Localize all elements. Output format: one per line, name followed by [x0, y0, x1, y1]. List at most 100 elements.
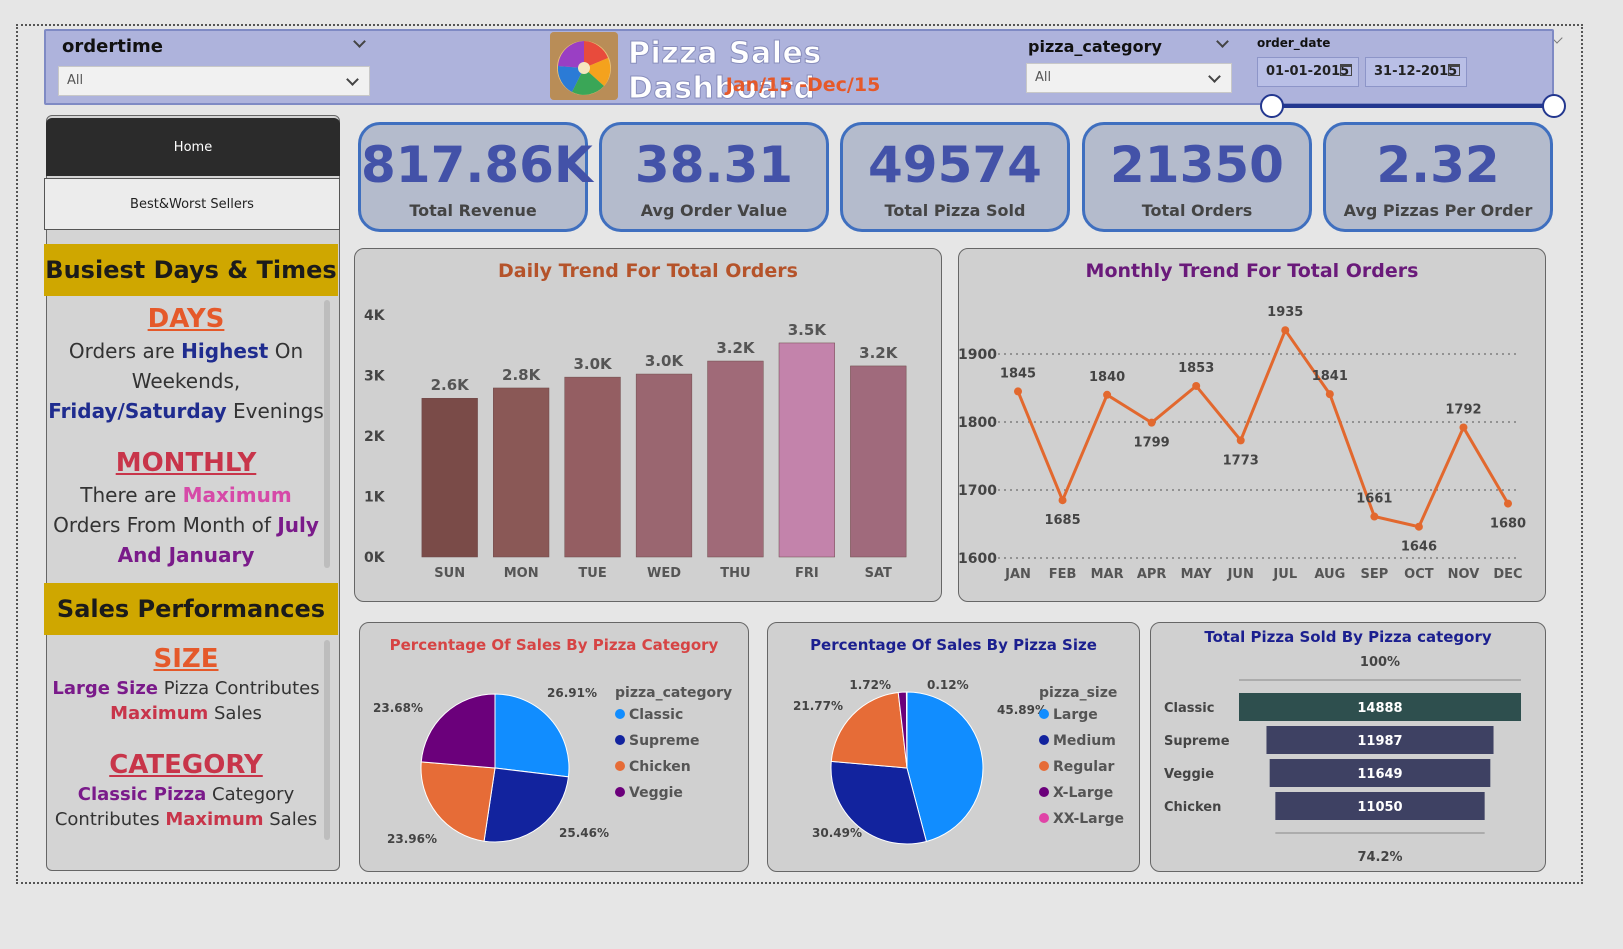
y-tick-label: 3K: [364, 369, 386, 385]
x-tick-label: MAR: [1091, 567, 1124, 582]
point-data-label: 1792: [1445, 402, 1481, 417]
chevron-down-icon: [1208, 70, 1221, 83]
kpi-card-total-revenue: 817.86K Total Revenue: [358, 122, 593, 232]
pizza-sold-funnel-chart: 100% 14888 Classic 11987 Supreme 11649 Veggie 1…: [1164, 655, 1521, 865]
size-text-highlight: Maximum: [110, 703, 209, 724]
point-data-label: 1799: [1134, 436, 1170, 451]
order-date-label: order_date: [1257, 36, 1331, 50]
legend-marker: [615, 761, 625, 771]
days-text: Orders are Highest On Weekends, Friday/S…: [48, 336, 324, 426]
date-range-track[interactable]: [1272, 104, 1554, 108]
funnel-bar-value: 11987: [1357, 734, 1402, 749]
x-tick-label: SEP: [1360, 567, 1388, 582]
legend-marker: [1039, 787, 1049, 797]
data-point: [1325, 390, 1334, 399]
days-text-highlight: Friday/Saturday: [48, 399, 227, 423]
bar-data-label: 3.5K: [788, 321, 828, 339]
data-point: [1414, 522, 1423, 531]
pie-slice: [483, 767, 570, 843]
order-date-end-field[interactable]: 31-12-2015: [1365, 57, 1467, 87]
x-tick-label: SUN: [434, 566, 465, 581]
data-point: [1370, 512, 1379, 521]
size-text-part: Sales: [208, 703, 262, 724]
bar-data-label: 3.2K: [716, 339, 756, 357]
point-data-label: 1646: [1401, 540, 1437, 555]
date-range-end-handle[interactable]: [1542, 94, 1566, 118]
data-point: [1504, 499, 1512, 508]
x-tick-label: OCT: [1404, 567, 1434, 582]
legend-label: Chicken: [629, 759, 691, 775]
monthly-trend-chart: 1600 1700 1800 19001845 JAN 1685 FEB 1840 MAR 179…: [958, 305, 1526, 582]
legend-marker: [615, 787, 625, 797]
legend-label: Large: [1053, 707, 1098, 723]
legend-marker: [1039, 813, 1049, 823]
x-tick-label: THU: [720, 566, 750, 581]
point-data-label: 1680: [1490, 517, 1526, 532]
data-point: [1147, 418, 1156, 427]
kpi-label: Avg Order Value: [640, 201, 788, 220]
monthly-text-part: Orders From Month of: [53, 513, 278, 537]
kpi-value: 2.32: [1376, 136, 1500, 194]
pizza-category-select[interactable]: All: [1026, 63, 1232, 93]
chevron-down-icon: [346, 73, 359, 86]
funnel-bottom-label: 74.2%: [1357, 850, 1402, 865]
pizza-logo-image: [550, 32, 618, 100]
bar: [635, 373, 693, 558]
days-text-part: Evenings: [226, 399, 324, 423]
point-data-label: 1841: [1312, 369, 1348, 384]
ordertime-label: ordertime: [62, 36, 163, 57]
bar: [564, 376, 621, 558]
category-heading: CATEGORY: [109, 750, 263, 780]
x-tick-label: SAT: [865, 566, 892, 581]
size-pie-title: Percentage Of Sales By Pizza Size: [810, 636, 1097, 654]
days-insight: DAYS Orders are Highest On Weekends, Fri…: [48, 304, 324, 426]
point-data-label: 1935: [1267, 305, 1303, 320]
kpi-card-avg-pizzas-per-order: 2.32 Avg Pizzas Per Order: [1323, 122, 1553, 232]
y-tick-label: 1600: [958, 551, 997, 567]
daily-trend-chart: 0K 1K 2K 3K 4K 2.6K SUN 2.8K MON 3.0K TUE 3.0K WED 3.…: [364, 308, 907, 581]
size-insight: SIZE Large Size Pizza Contributes Maximu…: [48, 642, 324, 726]
ordertime-select[interactable]: All: [58, 66, 370, 96]
x-tick-label: JAN: [1004, 567, 1031, 582]
funnel-top-label: 100%: [1360, 655, 1400, 670]
size-heading: SIZE: [153, 644, 219, 674]
kpi-value: 49574: [868, 136, 1042, 194]
sales-performances-header: Sales Performances: [44, 583, 338, 635]
kpi-label: Total Revenue: [409, 201, 537, 220]
calendar-icon[interactable]: [1448, 64, 1460, 76]
bar-data-label: 3.0K: [645, 352, 685, 370]
kpi-value: 21350: [1110, 136, 1284, 194]
category-insight: CATEGORY Classic Pizza Category Contribu…: [48, 748, 324, 832]
pizza-logo: [550, 32, 618, 100]
pizza-category-value: All: [1035, 70, 1052, 85]
data-point: [1103, 390, 1112, 399]
monthly-heading: MONTHLY: [115, 448, 257, 478]
x-tick-label: JUN: [1227, 567, 1254, 582]
days-heading: DAYS: [147, 304, 225, 334]
data-point: [1281, 326, 1290, 335]
x-tick-label: WED: [647, 566, 681, 581]
kpi-value: 817.86K: [361, 136, 593, 194]
funnel-bar-value: 11649: [1357, 767, 1402, 782]
best-worst-sellers-button[interactable]: Best&Worst Sellers: [44, 178, 340, 230]
y-tick-label: 4K: [364, 308, 386, 324]
category-pie-title: Percentage Of Sales By Pizza Category: [389, 636, 719, 654]
size-pie-chart: 45.89%30.49%21.77%1.72% 0.12% pizza_sizeLa…: [793, 678, 1124, 845]
ordertime-value: All: [67, 73, 84, 88]
date-range-start-handle[interactable]: [1260, 94, 1284, 118]
bar: [421, 397, 478, 558]
sidebar-scrollbar-2[interactable]: [324, 640, 330, 840]
monthly-trend-title: Monthly Trend For Total Orders: [1085, 260, 1419, 282]
kpi-label: Avg Pizzas Per Order: [1343, 201, 1533, 220]
y-tick-label: 2K: [364, 429, 386, 445]
home-button[interactable]: Home: [46, 118, 340, 176]
order-date-start-field[interactable]: 01-01-2015: [1257, 57, 1359, 87]
legend-label: Medium: [1053, 733, 1116, 749]
size-text-part: Pizza Contributes: [158, 678, 320, 699]
sidebar-scrollbar[interactable]: [324, 300, 330, 568]
kpi-label: Total Pizza Sold: [884, 201, 1026, 220]
calendar-icon[interactable]: [1340, 64, 1352, 76]
daily-trend-title: Daily Trend For Total Orders: [498, 260, 798, 282]
x-tick-label: APR: [1137, 567, 1167, 582]
funnel-category-label: Chicken: [1164, 800, 1221, 815]
